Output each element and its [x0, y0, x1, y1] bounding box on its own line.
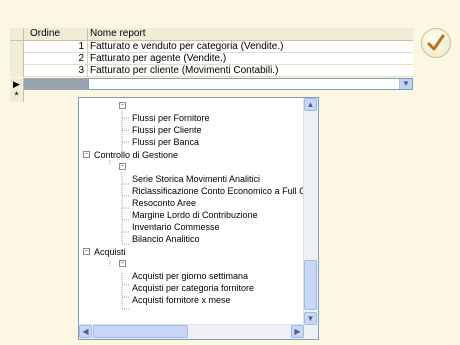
tree-item-label: Acquisti per giorno settimana: [132, 271, 249, 281]
current-row-indicator: ▶: [10, 78, 24, 90]
tree-group-label: Acquisti: [94, 247, 126, 257]
collapse-icon[interactable]: -: [119, 260, 126, 267]
vertical-scrollbar[interactable]: ▲ ▼: [303, 98, 318, 326]
report-name-combo[interactable]: ▼: [88, 78, 413, 90]
tree-item-label: Acquisti per categoria fornitore: [132, 283, 255, 293]
tree-item[interactable]: Margine Lordo di Contribuzione: [132, 209, 258, 221]
tree-item-label: Resoconto Aree: [132, 198, 197, 208]
tree-item[interactable]: Flussi per Banca: [132, 136, 199, 148]
active-row[interactable]: ▶ ▼: [10, 78, 413, 90]
grid-header: Ordine Nome report: [10, 28, 413, 41]
report-tree[interactable]: - Flussi per Fornitore Flussi per Cliente F…: [79, 98, 305, 326]
tree-item-label: Inventario Commesse: [132, 222, 220, 232]
scroll-right-button[interactable]: ▶: [291, 325, 304, 338]
scrollbar-corner: [304, 325, 318, 339]
vertical-scroll-thumb[interactable]: [304, 260, 317, 310]
tree-item[interactable]: Flussi per Fornitore: [132, 112, 210, 124]
new-row-indicator: *: [10, 90, 24, 102]
table-row[interactable]: 2 Fatturato per agente (Vendite.): [10, 53, 413, 65]
collapse-icon[interactable]: -: [83, 248, 90, 255]
row-selector[interactable]: [10, 53, 24, 65]
order-cell[interactable]: 2: [24, 53, 88, 65]
tree-group[interactable]: - Controllo di Gestione: [83, 149, 178, 161]
column-header-name[interactable]: Nome report: [88, 28, 413, 40]
tree-item[interactable]: Acquisti per giorno settimana: [132, 270, 248, 282]
tree-item[interactable]: Serie Storica Movimenti Analitici: [132, 173, 260, 185]
column-header-order[interactable]: Ordine: [24, 28, 88, 40]
tree-group[interactable]: - Acquisti: [83, 246, 126, 258]
tree-item-label: Flussi per Fornitore: [132, 113, 210, 123]
scroll-up-button[interactable]: ▲: [304, 98, 317, 111]
order-cell[interactable]: 3: [24, 65, 88, 77]
chevron-down-icon[interactable]: ▼: [399, 79, 412, 89]
collapse-icon[interactable]: -: [119, 102, 126, 109]
order-cell[interactable]: 1: [24, 41, 88, 53]
tree-item-label: Flussi per Cliente: [132, 125, 202, 135]
tree-item[interactable]: Riclassificazione Conto Economico a Full…: [132, 185, 305, 197]
checkmark-icon: [427, 34, 445, 51]
scroll-left-button[interactable]: ◀: [79, 325, 92, 338]
tree-item[interactable]: Acquisti per categoria fornitore: [132, 282, 254, 294]
tree-item[interactable]: Flussi per Cliente: [132, 124, 202, 136]
tree-item-label: Acquisti fornitore x mese: [132, 295, 231, 305]
report-tree-dropdown[interactable]: - Flussi per Fornitore Flussi per Cliente F…: [78, 97, 319, 340]
tree-item-label: Bilancio Analitico: [132, 234, 200, 244]
tree-item[interactable]: Resoconto Aree: [132, 197, 196, 209]
tree-item-label: Riclassificazione Conto Economico a Full…: [132, 186, 305, 196]
name-cell[interactable]: Fatturato per agente (Vendite.): [88, 53, 413, 65]
tree-item-label: Margine Lordo di Contribuzione: [132, 210, 258, 220]
collapse-icon[interactable]: -: [83, 151, 90, 158]
scroll-down-button[interactable]: ▼: [304, 312, 317, 325]
tree-item[interactable]: Acquisti fornitore x mese: [132, 294, 231, 306]
order-cell-editing[interactable]: [24, 78, 88, 90]
table-row[interactable]: 3 Fatturato per cliente (Movimenti Conta…: [10, 65, 413, 77]
name-cell[interactable]: Fatturato e venduto per categoria (Vendi…: [88, 41, 413, 53]
row-selector[interactable]: [10, 65, 24, 77]
tree-item-label: Serie Storica Movimenti Analitici: [132, 174, 261, 184]
name-cell[interactable]: Fatturato per cliente (Movimenti Contabi…: [88, 65, 413, 77]
tree-item[interactable]: Bilancio Analitico: [132, 233, 200, 245]
row-selector[interactable]: [10, 41, 24, 53]
horizontal-scrollbar[interactable]: ◀ ▶: [79, 324, 305, 339]
tree-item[interactable]: Inventario Commesse: [132, 221, 220, 233]
table-row[interactable]: 1 Fatturato e venduto per categoria (Ven…: [10, 41, 413, 53]
confirm-button[interactable]: [421, 28, 451, 58]
header-selector: [10, 28, 24, 40]
tree-item-label: Flussi per Banca: [132, 137, 200, 147]
collapse-icon[interactable]: -: [119, 163, 126, 170]
tree-group-label: Controllo di Gestione: [94, 150, 179, 160]
horizontal-scroll-thumb[interactable]: [93, 325, 188, 338]
